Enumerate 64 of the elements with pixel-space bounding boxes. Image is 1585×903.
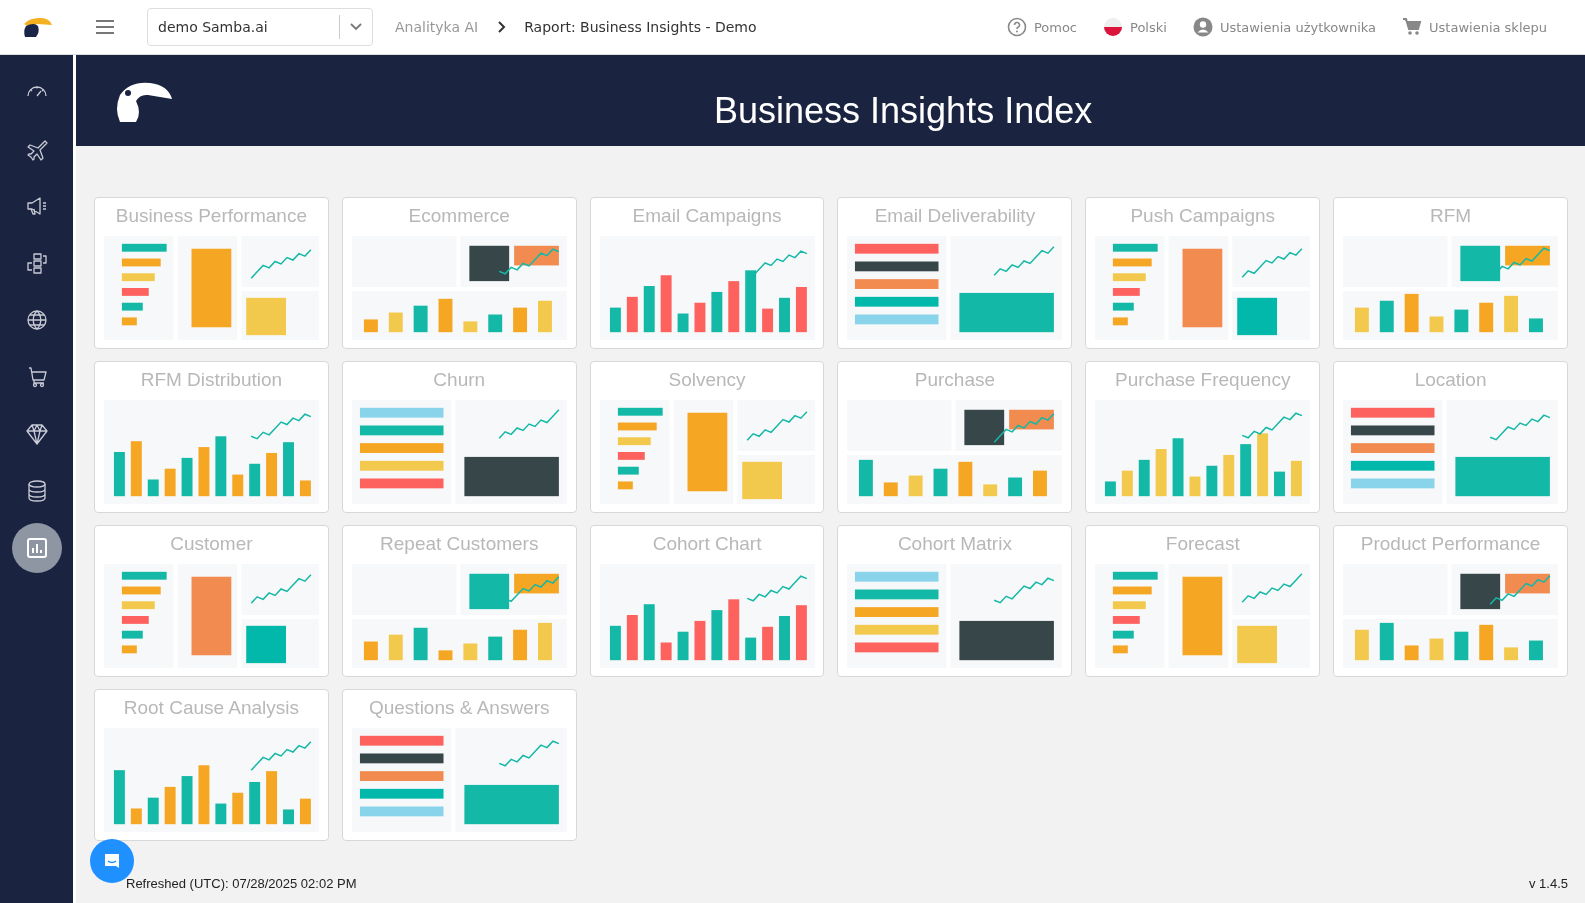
globe-icon	[24, 308, 49, 332]
report-card[interactable]: Email Deliverability	[837, 197, 1073, 349]
sidebar-item[interactable]	[11, 523, 62, 573]
report-title: Cohort Chart	[652, 532, 762, 556]
breadcrumb-current: Raport: Business Insights - Demo	[524, 19, 757, 35]
report-title: Push Campaigns	[1130, 204, 1276, 228]
nav-link[interactable]: Pomoc	[1033, 19, 1077, 35]
report-title: Root Cause Analysis	[123, 696, 300, 720]
report-title: Forecast	[1165, 532, 1240, 556]
report-card[interactable]: Forecast	[1085, 525, 1321, 677]
report-card[interactable]: Product Performance	[1333, 525, 1568, 677]
report-title: Product Performance	[1360, 532, 1541, 556]
report-card[interactable]: Purchase	[837, 361, 1073, 513]
bar-chart-icon	[24, 536, 49, 560]
report-card[interactable]: Churn	[341, 361, 577, 513]
report-title: Churn	[433, 368, 486, 392]
account-select[interactable]: demo Samba.ai	[147, 8, 373, 46]
report-card[interactable]: RFM Distribution	[94, 361, 329, 513]
report-card[interactable]: Push Campaigns	[1085, 197, 1321, 349]
report-card[interactable]: Email Campaigns	[589, 197, 825, 349]
toucan-logo[interactable]	[22, 16, 52, 38]
flow-icon	[24, 251, 49, 275]
report-card[interactable]: RFM	[1333, 197, 1568, 349]
report-title: Solvency	[668, 368, 746, 392]
report-title: Purchase Frequency	[1115, 368, 1291, 392]
report-card[interactable]: Cohort Matrix	[837, 525, 1073, 677]
nav-link[interactable]: Ustawienia sklepu	[1429, 19, 1547, 35]
diamond-icon	[24, 422, 49, 446]
banner-title: Business Insights Index	[714, 89, 1093, 132]
chevron-down-icon	[350, 23, 362, 31]
report-card[interactable]: Customer	[94, 525, 329, 677]
report-card[interactable]: Business Performance	[94, 197, 329, 349]
report-title: Purchase	[914, 368, 996, 392]
report-title: Repeat Customers	[380, 532, 539, 556]
flag-icon	[1103, 17, 1123, 37]
report-card[interactable]: Ecommerce	[341, 197, 577, 349]
chat-icon	[102, 851, 122, 871]
report-card[interactable]: Solvency	[589, 361, 825, 513]
refreshed-text: Refreshed (UTC): 07/28/2025 02:02 PM	[126, 876, 357, 891]
version-text: v 1.4.5	[1528, 876, 1568, 891]
report-title: Location	[1414, 368, 1487, 392]
report-title: RFM Distribution	[140, 368, 283, 392]
report-title: Customer	[170, 532, 253, 556]
report-title: RFM	[1430, 204, 1472, 228]
nav-link[interactable]: Polski	[1130, 19, 1167, 35]
report-title: Email Campaigns	[632, 204, 782, 228]
menu-icon[interactable]	[96, 20, 114, 34]
report-card[interactable]: Location	[1333, 361, 1568, 513]
help-icon	[1006, 17, 1027, 37]
report-title: Email Deliverability	[874, 204, 1036, 228]
chevron-right-icon	[498, 21, 507, 33]
report-title: Ecommerce	[408, 204, 510, 228]
report-card[interactable]: Repeat Customers	[341, 525, 577, 677]
report-card[interactable]: Root Cause Analysis	[94, 689, 329, 841]
cart-icon	[1402, 17, 1423, 37]
report-title: Questions & Answers	[368, 696, 550, 720]
report-title: Cohort Matrix	[897, 532, 1012, 556]
report-card[interactable]: Questions & Answers	[341, 689, 577, 841]
report-title: Business Performance	[115, 204, 307, 228]
report-card[interactable]: Purchase Frequency	[1085, 361, 1321, 513]
user-icon	[1192, 17, 1213, 37]
nav-link[interactable]: Ustawienia użytkownika	[1219, 19, 1377, 35]
breadcrumb-link[interactable]: Analityka AI	[395, 19, 479, 35]
report-card[interactable]: Cohort Chart	[589, 525, 825, 677]
